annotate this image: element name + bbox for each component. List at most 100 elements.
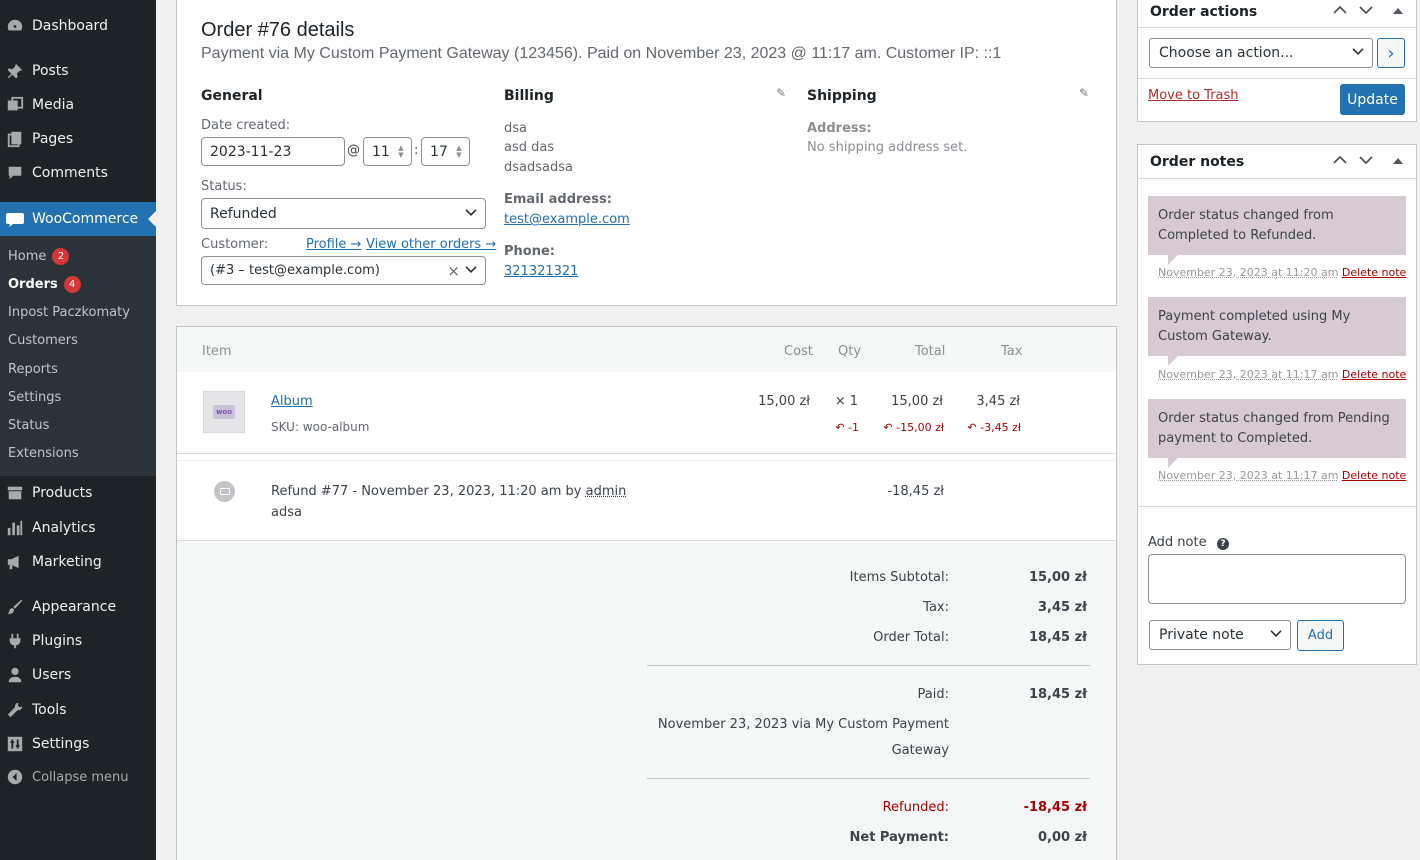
nav-label: Analytics (32, 520, 96, 536)
tax-label: Tax: (923, 600, 949, 615)
submenu-inpost[interactable]: Inpost Paczkomaty (8, 305, 130, 320)
nav-label: Appearance (32, 599, 117, 615)
spinner-icon: ▲ ▼ (398, 144, 404, 159)
hour-input[interactable]: 11 ▲ ▼ (363, 137, 412, 166)
nav-marketing[interactable]: Marketing (0, 545, 156, 579)
note-date: November 23, 2023 at 11:20 am (1158, 266, 1339, 279)
pin-icon (5, 61, 25, 81)
order-action-select[interactable]: Choose an action... (1149, 38, 1373, 68)
header-tax: Tax (1001, 344, 1023, 359)
add-note-button[interactable]: Add (1297, 620, 1344, 651)
move-down-icon[interactable] (1359, 154, 1373, 168)
date-created-input[interactable]: 2023-11-23 (201, 137, 345, 166)
chevron-down-icon (1270, 628, 1282, 641)
item-total: 15,00 zł (891, 394, 943, 409)
nav-posts[interactable]: Posts (0, 54, 156, 88)
status-label: Status: (201, 179, 247, 194)
nav-products[interactable]: Products (0, 476, 156, 510)
submenu-extensions[interactable]: Extensions (8, 446, 79, 461)
billing-address-line: dsa (504, 121, 527, 136)
submenu-status[interactable]: Status (8, 418, 49, 433)
submenu-orders[interactable]: Orders 4 (8, 276, 81, 293)
apply-action-button[interactable]: › (1377, 38, 1405, 68)
paid-label: Paid: (917, 687, 949, 702)
paid-value: 18,45 zł (1028, 687, 1087, 702)
product-thumbnail: woo (203, 391, 245, 433)
nav-woocommerce[interactable]: WooCommerce (0, 202, 156, 236)
update-button[interactable]: Update (1340, 84, 1405, 115)
email-label: Email address: (504, 192, 612, 207)
clear-icon[interactable]: × (447, 262, 460, 280)
item-cost: 15,00 zł (758, 394, 810, 409)
media-icon (5, 95, 25, 115)
nav-appearance[interactable]: Appearance (0, 590, 156, 624)
nav-label: WooCommerce (32, 211, 139, 227)
woocommerce-submenu: Home 2 Orders 4 Inpost Paczkomaty Custom… (0, 236, 156, 476)
nav-comments[interactable]: Comments (0, 156, 156, 190)
shipping-title: Shipping (807, 88, 877, 104)
status-select[interactable]: Refunded (201, 198, 486, 229)
nav-dashboard[interactable]: Dashboard (0, 9, 156, 43)
billing-email-link[interactable]: test@example.com (504, 212, 630, 227)
spinner-icon: ▲ ▼ (456, 144, 462, 159)
edit-shipping-pencil-icon[interactable]: ✎ (1079, 86, 1089, 100)
nav-plugins[interactable]: Plugins (0, 624, 156, 658)
move-to-trash-link[interactable]: Move to Trash (1148, 88, 1239, 103)
nav-settings[interactable]: Settings (0, 727, 156, 761)
header-total: Total (915, 344, 946, 359)
note-textarea[interactable] (1148, 554, 1406, 604)
box-divider (1138, 506, 1416, 507)
move-up-icon[interactable] (1333, 4, 1347, 18)
nav-label: Settings (32, 736, 90, 752)
note-type-select[interactable]: Private note (1149, 620, 1291, 650)
net-payment-value: 0,00 zł (1038, 830, 1087, 845)
header-cost: Cost (784, 344, 813, 359)
submenu-customers[interactable]: Customers (8, 333, 78, 348)
note-meta: November 23, 2023 at 11:17 am Delete not… (1158, 368, 1406, 381)
refund-amount: -18,45 zł (887, 484, 944, 499)
submenu-reports[interactable]: Reports (8, 362, 58, 377)
totals-divider (647, 778, 1090, 779)
delete-note-link[interactable]: Delete note (1342, 368, 1406, 381)
order-note: Payment completed using My Custom Gatewa… (1148, 297, 1406, 366)
move-down-icon[interactable] (1359, 4, 1373, 18)
note-type-value: Private note (1159, 627, 1244, 643)
nav-pages[interactable]: Pages (0, 122, 156, 156)
move-up-icon[interactable] (1333, 154, 1347, 168)
delete-note-link[interactable]: Delete note (1342, 469, 1406, 482)
collapse-menu-button[interactable]: Collapse menu (0, 760, 156, 794)
toggle-panel-icon[interactable] (1393, 4, 1403, 18)
profile-link[interactable]: Profile → (306, 237, 361, 252)
submenu-settings[interactable]: Settings (8, 390, 61, 405)
nav-label: Tools (32, 702, 67, 718)
view-other-orders-link[interactable]: View other orders → (366, 237, 496, 252)
toggle-panel-icon[interactable] (1393, 154, 1403, 168)
billing-address-line: asd das (504, 140, 555, 155)
submenu-label: Status (8, 418, 50, 433)
hour-value: 11 (372, 143, 390, 160)
count-badge: 4 (63, 276, 81, 293)
nav-tools[interactable]: Tools (0, 693, 156, 727)
customer-select[interactable]: (#3 – test@example.com) × (201, 256, 486, 285)
admin-sidebar: Dashboard Posts Media Pages Comments Woo… (0, 0, 156, 860)
submenu-label: Settings (8, 390, 62, 405)
woo-logo-icon: woo (213, 405, 235, 419)
billing-phone-link[interactable]: 321321321 (504, 264, 578, 279)
help-icon[interactable]: ? (1217, 538, 1229, 550)
customer-label: Customer: (201, 237, 269, 252)
paid-via-line: November 23, 2023 via My Custom Payment (657, 717, 949, 732)
box-divider (1138, 78, 1416, 79)
customer-value: (#3 – test@example.com) (210, 263, 380, 278)
nav-analytics[interactable]: Analytics (0, 511, 156, 545)
delete-note-link[interactable]: Delete note (1342, 266, 1406, 279)
nav-label: Posts (32, 63, 69, 79)
minute-input[interactable]: 17 ▲ ▼ (421, 137, 470, 166)
edit-billing-pencil-icon[interactable]: ✎ (776, 86, 786, 100)
order-actions-title: Order actions (1150, 4, 1258, 20)
product-name-link[interactable]: Album (271, 394, 313, 409)
chevron-down-icon (1352, 46, 1364, 59)
nav-users[interactable]: Users (0, 658, 156, 692)
refund-description: Refund #77 - November 23, 2023, 11:20 am… (271, 484, 626, 499)
submenu-home[interactable]: Home 2 (8, 248, 70, 265)
nav-media[interactable]: Media (0, 88, 156, 122)
